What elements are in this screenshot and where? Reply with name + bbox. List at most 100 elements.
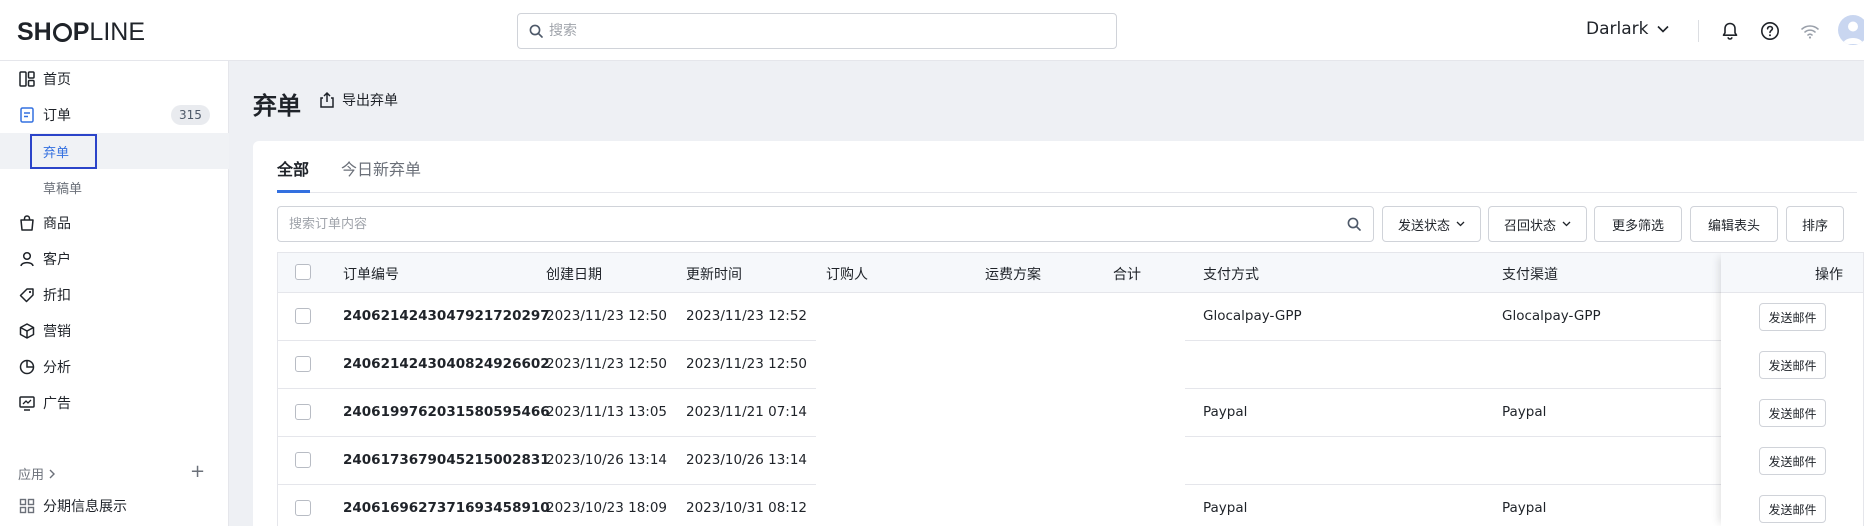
apps-section-toggle[interactable]: 应用 — [18, 464, 56, 483]
sidebar-item-orders[interactable]: 订单 315 — [0, 97, 229, 133]
store-switcher[interactable]: Darlark — [1586, 19, 1670, 39]
bell-icon[interactable] — [1719, 20, 1741, 42]
chevron-down-icon — [1657, 25, 1670, 33]
sidebar-item-products[interactable]: 商品 — [0, 205, 229, 241]
orders-count-badge: 315 — [171, 105, 210, 125]
payment-method: Glocalpay-GPP — [1203, 308, 1302, 324]
column-header: 操作 — [1815, 267, 1843, 283]
sidebar-item-marketing[interactable]: 营销 — [0, 313, 229, 349]
bag-icon — [20, 215, 34, 231]
chevron-right-icon — [49, 469, 56, 479]
cube-icon — [19, 323, 35, 339]
table-row[interactable]: 2406173679045215002831 2023/10/26 13:14 … — [278, 437, 1863, 485]
row-checkbox[interactable] — [295, 308, 311, 324]
user-avatar-icon — [1843, 21, 1863, 44]
abandoned-orders-table: 订单编号 创建日期 更新时间 订购人 运费方案 合计 支付方式 支付渠道 240… — [277, 252, 1864, 526]
sidebar-item-label: 分析 — [43, 360, 71, 376]
sidebar-item-label: 折扣 — [43, 288, 71, 304]
updated-time: 2023/10/26 13:14 — [686, 452, 808, 468]
send-status-label: 发送状态 — [1397, 218, 1450, 234]
send-email-button[interactable]: 发送邮件 — [1759, 351, 1826, 379]
select-all-checkbox[interactable] — [295, 264, 311, 280]
updated-time: 2023/11/21 07:14 — [686, 404, 808, 420]
payment-method: Paypal — [1203, 404, 1248, 420]
sidebar-item-label: 商品 — [43, 216, 71, 232]
wifi-icon[interactable] — [1799, 20, 1821, 42]
order-id[interactable]: 2406169627371693458910 — [343, 500, 550, 516]
row-checkbox[interactable] — [295, 500, 311, 516]
order-search[interactable] — [277, 206, 1374, 242]
sidebar-item-ads[interactable]: 广告 — [0, 385, 229, 421]
order-icon — [20, 107, 34, 123]
store-name: Darlark — [1586, 19, 1649, 39]
row-checkbox[interactable] — [295, 356, 311, 372]
column-header[interactable]: 创建日期 — [546, 264, 602, 284]
column-header[interactable]: 更新时间 — [686, 264, 742, 284]
sidebar-item-label: 营销 — [43, 324, 71, 340]
pie-icon — [19, 359, 35, 375]
order-id[interactable]: 2406199762031580595466 — [343, 404, 550, 420]
sidebar-subitem-label: 弃单 — [43, 146, 70, 161]
page-title: 弃单 — [253, 92, 301, 120]
dashboard-icon — [19, 71, 35, 87]
column-header[interactable]: 订单编号 — [343, 264, 399, 284]
order-id[interactable]: 2406173679045215002831 — [343, 452, 550, 468]
created-date: 2023/10/23 18:09 — [546, 500, 668, 516]
send-status-filter[interactable]: 发送状态 — [1382, 206, 1481, 242]
sidebar-subitem-abandoned[interactable]: 弃单 — [0, 133, 229, 169]
recall-status-filter[interactable]: 召回状态 — [1488, 206, 1587, 242]
sidebar-item-analytics[interactable]: 分析 — [0, 349, 229, 385]
table-row[interactable]: 2406214243040824926602 2023/11/23 12:50 … — [278, 341, 1863, 389]
tab-all[interactable]: 全部 — [277, 156, 309, 180]
sort-button[interactable]: 排序 — [1786, 206, 1844, 242]
updated-time: 2023/10/31 08:12 — [686, 500, 808, 516]
chevron-down-icon — [1456, 221, 1465, 227]
top-header: SHPLINE Darlark — [0, 0, 1864, 61]
export-label: 导出弃单 — [342, 93, 398, 109]
global-search-input[interactable] — [549, 14, 1099, 48]
shopline-logo[interactable]: SH PLINE — [17, 18, 145, 47]
sidebar-item-customers[interactable]: 客户 — [0, 241, 229, 277]
tab-today-new[interactable]: 今日新弃单 — [341, 156, 421, 180]
action-column: 操作 发送邮件 发送邮件 发送邮件 发送邮件 发送邮件 — [1721, 253, 1863, 526]
updated-time: 2023/11/23 12:52 — [686, 308, 808, 324]
order-search-input[interactable] — [289, 207, 1339, 241]
send-email-button[interactable]: 发送邮件 — [1759, 303, 1826, 331]
table-row[interactable]: 2406214243047921720297 2023/11/23 12:50 … — [278, 293, 1863, 341]
table-row[interactable]: 2406199762031580595466 2023/11/13 13:05 … — [278, 389, 1863, 437]
send-email-button[interactable]: 发送邮件 — [1759, 399, 1826, 427]
tag-icon — [19, 288, 34, 303]
payment-method: Paypal — [1203, 500, 1248, 516]
search-icon — [529, 24, 543, 38]
table-row[interactable]: 2406169627371693458910 2023/10/23 18:09 … — [278, 485, 1863, 526]
column-header[interactable]: 支付渠道 — [1502, 264, 1558, 284]
payment-channel: Paypal — [1502, 500, 1547, 516]
send-email-button[interactable]: 发送邮件 — [1759, 447, 1826, 475]
send-email-button[interactable]: 发送邮件 — [1759, 495, 1826, 523]
created-date: 2023/11/13 13:05 — [546, 404, 668, 420]
order-id[interactable]: 2406214243040824926602 — [343, 356, 550, 372]
help-icon[interactable] — [1759, 20, 1781, 42]
header-divider — [1698, 20, 1699, 42]
sidebar-item-discounts[interactable]: 折扣 — [0, 277, 229, 313]
export-button[interactable]: 导出弃单 — [318, 90, 398, 110]
sidebar-item-label: 广告 — [43, 396, 71, 412]
sidebar-item-installments[interactable]: 分期信息展示 — [0, 488, 229, 524]
created-date: 2023/11/23 12:50 — [546, 356, 668, 372]
user-avatar[interactable] — [1838, 15, 1864, 45]
row-checkbox[interactable] — [295, 404, 311, 420]
edit-columns-button[interactable]: 编辑表头 — [1690, 206, 1778, 242]
column-header[interactable]: 支付方式 — [1203, 264, 1259, 284]
order-id[interactable]: 2406214243047921720297 — [343, 308, 550, 324]
row-checkbox[interactable] — [295, 452, 311, 468]
column-header[interactable]: 合计 — [1113, 264, 1141, 284]
column-header[interactable]: 运费方案 — [985, 264, 1041, 284]
column-header[interactable]: 订购人 — [826, 264, 868, 284]
more-filters-button[interactable]: 更多筛选 — [1594, 206, 1682, 242]
add-app-icon[interactable]: + — [190, 461, 205, 482]
sidebar-subitem-drafts[interactable]: 草稿单 — [0, 169, 229, 205]
sidebar-item-home[interactable]: 首页 — [0, 61, 229, 97]
created-date: 2023/10/26 13:14 — [546, 452, 668, 468]
more-filters-label: 更多筛选 — [1611, 218, 1664, 234]
global-search[interactable] — [517, 13, 1117, 49]
